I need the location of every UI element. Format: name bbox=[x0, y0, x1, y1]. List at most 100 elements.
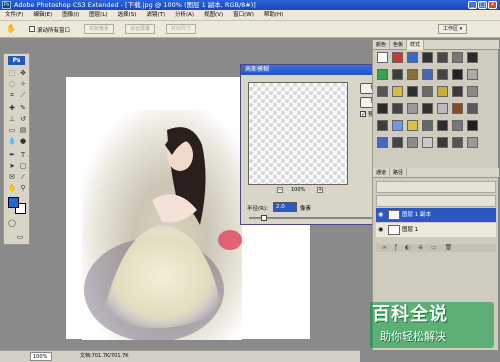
style-swatch[interactable] bbox=[437, 103, 448, 114]
style-swatch[interactable] bbox=[377, 137, 388, 148]
healing-brush-tool-icon[interactable]: ✚ bbox=[7, 103, 17, 113]
brush-tool-icon[interactable]: ✎ bbox=[18, 103, 28, 113]
pen-tool-icon[interactable]: ✒ bbox=[7, 150, 17, 160]
style-swatch[interactable] bbox=[407, 69, 418, 80]
close-button[interactable]: × bbox=[488, 1, 497, 9]
blend-mode-row[interactable] bbox=[376, 181, 496, 193]
style-swatch[interactable] bbox=[452, 103, 463, 114]
style-swatch[interactable] bbox=[407, 103, 418, 114]
menu-file[interactable]: 文件(F) bbox=[0, 10, 28, 21]
style-swatch[interactable] bbox=[407, 86, 418, 97]
path-selection-tool-icon[interactable]: ➤ bbox=[7, 161, 17, 171]
blur-preview[interactable] bbox=[248, 82, 348, 185]
history-brush-tool-icon[interactable]: ↺ bbox=[18, 114, 28, 124]
layer-row-selected[interactable]: ◉ 图层 1 副本 bbox=[376, 208, 496, 222]
style-swatch[interactable] bbox=[392, 137, 403, 148]
eraser-tool-icon[interactable]: ▭ bbox=[7, 125, 17, 135]
style-swatch[interactable] bbox=[407, 120, 418, 131]
zoom-level-field[interactable]: 100% bbox=[30, 352, 52, 361]
style-swatch[interactable] bbox=[422, 86, 433, 97]
menu-image[interactable]: 图像(I) bbox=[57, 10, 84, 21]
radius-input[interactable]: 2.0 bbox=[273, 202, 297, 212]
menu-layer[interactable]: 图层(L) bbox=[84, 10, 112, 21]
lasso-tool-icon[interactable]: ◌ bbox=[7, 79, 17, 89]
style-swatch[interactable] bbox=[392, 120, 403, 131]
preview-checkbox[interactable]: ✓ bbox=[360, 111, 366, 118]
quick-mask-icon[interactable]: ◯ bbox=[7, 218, 17, 228]
style-swatch[interactable] bbox=[407, 137, 418, 148]
style-swatch[interactable] bbox=[422, 137, 433, 148]
style-swatch[interactable] bbox=[467, 86, 478, 97]
gradient-tool-icon[interactable]: ▤ bbox=[18, 125, 28, 135]
tab-paths[interactable]: 路径 bbox=[390, 168, 408, 178]
menu-window[interactable]: 窗口(W) bbox=[228, 10, 259, 21]
screen-mode-icon[interactable]: ▭ bbox=[13, 232, 27, 242]
dodge-tool-icon[interactable]: ● bbox=[18, 136, 28, 146]
lock-row[interactable] bbox=[376, 195, 496, 207]
style-swatch[interactable] bbox=[452, 137, 463, 148]
style-swatch[interactable] bbox=[422, 120, 433, 131]
magic-wand-tool-icon[interactable]: ✧ bbox=[18, 79, 28, 89]
style-swatch[interactable] bbox=[467, 120, 478, 131]
style-swatch[interactable] bbox=[467, 69, 478, 80]
menu-analysis[interactable]: 分析(A) bbox=[170, 10, 199, 21]
fit-screen-button[interactable]: 适合屏幕 bbox=[125, 24, 156, 34]
actual-pixels-button[interactable]: 实际像素 bbox=[84, 24, 115, 34]
marquee-tool-icon[interactable]: ⬚ bbox=[7, 68, 17, 78]
hand-tool-icon[interactable]: ✋ bbox=[6, 24, 16, 33]
style-swatch[interactable] bbox=[437, 69, 448, 80]
style-swatch[interactable] bbox=[467, 137, 478, 148]
eye-icon[interactable]: ◉ bbox=[378, 227, 385, 233]
print-size-button[interactable]: 打印尺寸 bbox=[166, 24, 197, 34]
maximize-button[interactable]: □ bbox=[478, 1, 487, 9]
tab-styles[interactable]: 样式 bbox=[407, 40, 425, 50]
zoom-in-button[interactable]: + bbox=[317, 187, 323, 193]
style-swatch[interactable] bbox=[437, 120, 448, 131]
style-swatch[interactable] bbox=[437, 137, 448, 148]
menu-help[interactable]: 帮助(H) bbox=[259, 10, 288, 21]
minimize-button[interactable]: _ bbox=[468, 1, 477, 9]
menu-select[interactable]: 选择(S) bbox=[113, 10, 142, 21]
style-swatch[interactable] bbox=[422, 69, 433, 80]
style-swatch[interactable] bbox=[377, 86, 388, 97]
eye-icon[interactable]: ◉ bbox=[378, 212, 385, 218]
style-swatch[interactable] bbox=[377, 103, 388, 114]
blur-tool-icon[interactable]: 💧 bbox=[7, 136, 17, 146]
zoom-out-button[interactable]: − bbox=[277, 187, 283, 193]
style-swatch[interactable] bbox=[422, 52, 433, 63]
style-swatch[interactable] bbox=[377, 69, 388, 80]
radius-slider-handle[interactable] bbox=[261, 215, 267, 221]
style-swatch[interactable] bbox=[452, 120, 463, 131]
layers-footer-icons[interactable]: ∞ ƒ ◐ ⊕ ▭ 🗑 bbox=[376, 244, 496, 252]
scroll-all-checkbox[interactable] bbox=[29, 26, 35, 32]
tab-channels[interactable]: 通道 bbox=[373, 168, 391, 178]
style-swatch[interactable] bbox=[377, 120, 388, 131]
workspace-button[interactable]: 工作区 ▾ bbox=[438, 24, 468, 34]
slice-tool-icon[interactable]: ⟋ bbox=[18, 90, 28, 100]
menu-filter[interactable]: 滤镜(T) bbox=[141, 10, 170, 21]
style-swatch[interactable] bbox=[437, 52, 448, 63]
style-swatch[interactable] bbox=[407, 52, 418, 63]
clone-stamp-tool-icon[interactable]: ⊥ bbox=[7, 114, 17, 124]
style-swatch[interactable] bbox=[392, 52, 403, 63]
move-tool-icon[interactable]: ✥ bbox=[18, 68, 28, 78]
style-swatch[interactable] bbox=[377, 52, 388, 63]
radius-slider-track[interactable] bbox=[249, 217, 389, 219]
hand-tool-icon[interactable]: ✋ bbox=[7, 183, 17, 193]
tab-color[interactable]: 颜色 bbox=[373, 40, 391, 50]
menu-view[interactable]: 视图(V) bbox=[199, 10, 228, 21]
style-swatch[interactable] bbox=[392, 69, 403, 80]
style-swatch[interactable] bbox=[392, 103, 403, 114]
tab-swatches[interactable]: 色板 bbox=[390, 40, 408, 50]
layer-row[interactable]: ◉ 图层 1 bbox=[376, 223, 496, 237]
notes-tool-icon[interactable]: ✉ bbox=[7, 172, 17, 182]
style-swatch[interactable] bbox=[467, 103, 478, 114]
shape-tool-icon[interactable]: ▢ bbox=[18, 161, 28, 171]
style-swatch[interactable] bbox=[467, 52, 478, 63]
eyedropper-tool-icon[interactable]: ⁄ bbox=[18, 172, 28, 182]
style-swatch[interactable] bbox=[437, 86, 448, 97]
style-swatch[interactable] bbox=[392, 86, 403, 97]
menu-edit[interactable]: 编辑(E) bbox=[28, 10, 57, 21]
zoom-tool-icon[interactable]: ⚲ bbox=[18, 183, 28, 193]
crop-tool-icon[interactable]: ⌗ bbox=[7, 90, 17, 100]
